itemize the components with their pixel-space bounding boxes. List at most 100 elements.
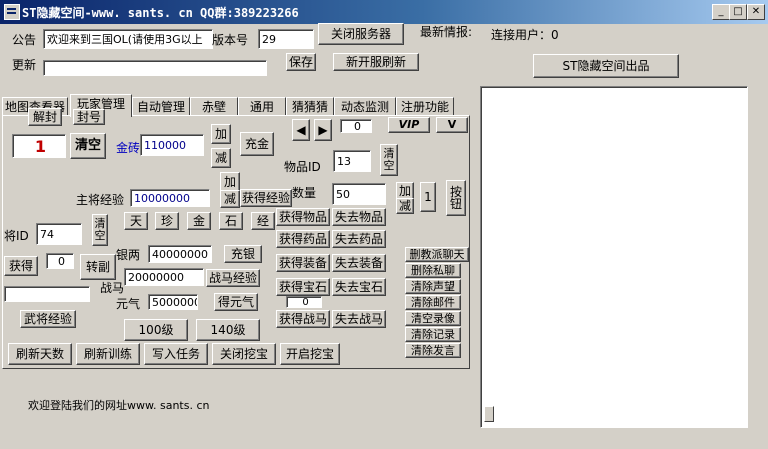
next-arrow-button[interactable]: ▶ — [314, 119, 332, 141]
seal-button[interactable]: 封号 — [73, 109, 105, 125]
lose-gem-button[interactable]: 失去宝石 — [332, 278, 386, 296]
gold-sub-button[interactable]: 减 — [211, 148, 231, 168]
new-server-refresh-button[interactable]: 新开服刷新 — [333, 53, 419, 71]
category-shi-button[interactable]: 石 — [219, 212, 243, 230]
v-button[interactable]: V — [436, 117, 468, 133]
press-button[interactable]: 按钮 — [446, 180, 466, 216]
lose-item-button[interactable]: 失去物品 — [332, 208, 386, 226]
prev-arrow-button[interactable]: ◀ — [292, 119, 310, 141]
window-title: ST隐藏空间-www. sants. cn QQ群:389223266 — [22, 6, 299, 20]
level-140-button[interactable]: 140级 — [196, 319, 260, 341]
blank-input[interactable] — [4, 286, 90, 302]
main-exp-input[interactable]: 10000000 — [130, 189, 210, 207]
lose-equip-button[interactable]: 失去装备 — [332, 254, 386, 272]
general-id-label: 将ID — [4, 229, 29, 243]
recharge-gold-button[interactable]: 充金 — [240, 132, 274, 156]
clear-recordings-button[interactable]: 清空录像 — [405, 311, 461, 326]
announce-input[interactable]: 欢迎来到三国OL(请使用3G以上 — [43, 29, 213, 49]
credit-button[interactable]: ST隐藏空间出品 — [533, 54, 679, 78]
warhorse-exp-button[interactable]: 战马经验 — [206, 269, 260, 287]
player-number-input[interactable]: 1 — [12, 134, 66, 158]
clear-speech-button[interactable]: 清除发言 — [405, 343, 461, 358]
get-item-button[interactable]: 获得物品 — [276, 208, 330, 226]
deputy-button[interactable]: 转副 — [80, 254, 116, 280]
lose-medicine-button[interactable]: 失去药品 — [332, 230, 386, 248]
tab-register[interactable]: 注册功能 — [396, 97, 454, 116]
info-list-box[interactable] — [480, 86, 748, 428]
tab-red-cliff[interactable]: 赤壁 — [190, 97, 238, 116]
update-label: 更新 — [12, 58, 37, 72]
gold-add-button[interactable]: 加 — [211, 124, 231, 144]
exp-sub-button[interactable]: 减 — [220, 190, 240, 208]
connected-users-label: 连接用户：0 — [491, 28, 559, 42]
write-task-button[interactable]: 写入任务 — [144, 343, 208, 365]
list-resize-handle[interactable] — [484, 406, 494, 422]
one-button[interactable]: 1 — [420, 182, 436, 212]
lose-warhorse-button[interactable]: 失去战马 — [332, 310, 386, 328]
general-exp-button[interactable]: 武将经验 — [20, 310, 76, 328]
silver-input[interactable]: 40000000 — [148, 245, 212, 263]
yuanqi-input[interactable]: 5000000 — [148, 294, 198, 310]
clear-mail-button[interactable]: 清除邮件 — [405, 295, 461, 310]
warhorse-input[interactable]: 20000000 — [124, 268, 204, 286]
item-id-clear-button[interactable]: 清空 — [380, 144, 398, 176]
get-yuanqi-button[interactable]: 得元气 — [214, 293, 258, 311]
version-label: 版本号 — [212, 33, 249, 47]
announce-label: 公告 — [12, 33, 37, 47]
update-input[interactable] — [43, 60, 267, 76]
get-equip-button[interactable]: 获得装备 — [276, 254, 330, 272]
exp-add-button[interactable]: 加 — [220, 172, 240, 192]
category-jing-button[interactable]: 经 — [251, 212, 275, 230]
open-dig-button[interactable]: 开启挖宝 — [280, 343, 340, 365]
general-id-clear-button[interactable]: 清空 — [92, 214, 108, 246]
general-id-input[interactable]: 74 — [36, 223, 82, 245]
save-button[interactable]: 保存 — [286, 53, 316, 71]
gold-label: 金砖 — [116, 141, 141, 155]
clear-player-button[interactable]: 清空 — [70, 133, 106, 159]
tab-auto-management[interactable]: 自动管理 — [132, 97, 190, 116]
charge-silver-button[interactable]: 充银 — [224, 245, 262, 263]
delete-private-chat-button[interactable]: 删除私聊 — [405, 263, 461, 278]
vip-button[interactable]: VIP — [388, 117, 430, 133]
qty-input[interactable]: 50 — [332, 183, 386, 205]
latest-info-label: 最新情报: — [420, 25, 473, 39]
minimize-button[interactable]: _ — [712, 4, 730, 20]
item-id-input[interactable]: 13 — [333, 150, 371, 172]
close-dig-button[interactable]: 关闭挖宝 — [212, 343, 276, 365]
obtain-button[interactable]: 获得 — [4, 256, 38, 276]
delete-sect-chat-button[interactable]: 删教派聊天 — [405, 247, 469, 262]
page-value[interactable]: 0 — [340, 119, 372, 133]
qty-sub-button[interactable]: 减 — [396, 198, 414, 214]
close-server-button[interactable]: 关闭服务器 — [318, 23, 404, 45]
app-icon — [4, 4, 20, 20]
unseal-button[interactable]: 解封 — [28, 108, 62, 126]
category-jin-button[interactable]: 金 — [187, 212, 211, 230]
get-gem-button[interactable]: 获得宝石 — [276, 278, 330, 296]
version-input[interactable]: 29 — [258, 29, 314, 49]
clear-records-button[interactable]: 清除记录 — [405, 327, 461, 342]
main-exp-label: 主将经验 — [76, 193, 125, 207]
silver-label: 银两 — [116, 248, 141, 262]
get-medicine-button[interactable]: 获得药品 — [276, 230, 330, 248]
item-id-label: 物品ID — [284, 160, 321, 174]
welcome-text: 欢迎登陆我们的网址www. sants. cn — [28, 399, 210, 412]
warhorse-label: 战马 — [100, 281, 125, 295]
close-button[interactable]: ✕ — [747, 4, 765, 20]
obtain-value-input[interactable]: 0 — [46, 253, 74, 269]
refresh-training-button[interactable]: 刷新训练 — [76, 343, 140, 365]
small-value-input[interactable]: 0 — [286, 296, 322, 308]
get-warhorse-button[interactable]: 获得战马 — [276, 310, 330, 328]
get-exp-button[interactable]: 获得经验 — [240, 189, 292, 207]
category-tian-button[interactable]: 天 — [124, 212, 148, 230]
refresh-days-button[interactable]: 刷新天数 — [8, 343, 72, 365]
category-zhen-button[interactable]: 珍 — [155, 212, 179, 230]
gold-input[interactable]: 110000 — [140, 134, 204, 156]
clear-reputation-button[interactable]: 清除声望 — [405, 279, 461, 294]
tab-monitor[interactable]: 动态监测 — [334, 97, 396, 116]
yuanqi-label: 元气 — [116, 297, 141, 311]
level-100-button[interactable]: 100级 — [124, 319, 188, 341]
tab-general[interactable]: 通用 — [238, 97, 286, 116]
tab-guess[interactable]: 猜猜猜 — [286, 97, 334, 116]
qty-label: 数量 — [292, 186, 317, 200]
maximize-button[interactable]: □ — [729, 4, 747, 20]
